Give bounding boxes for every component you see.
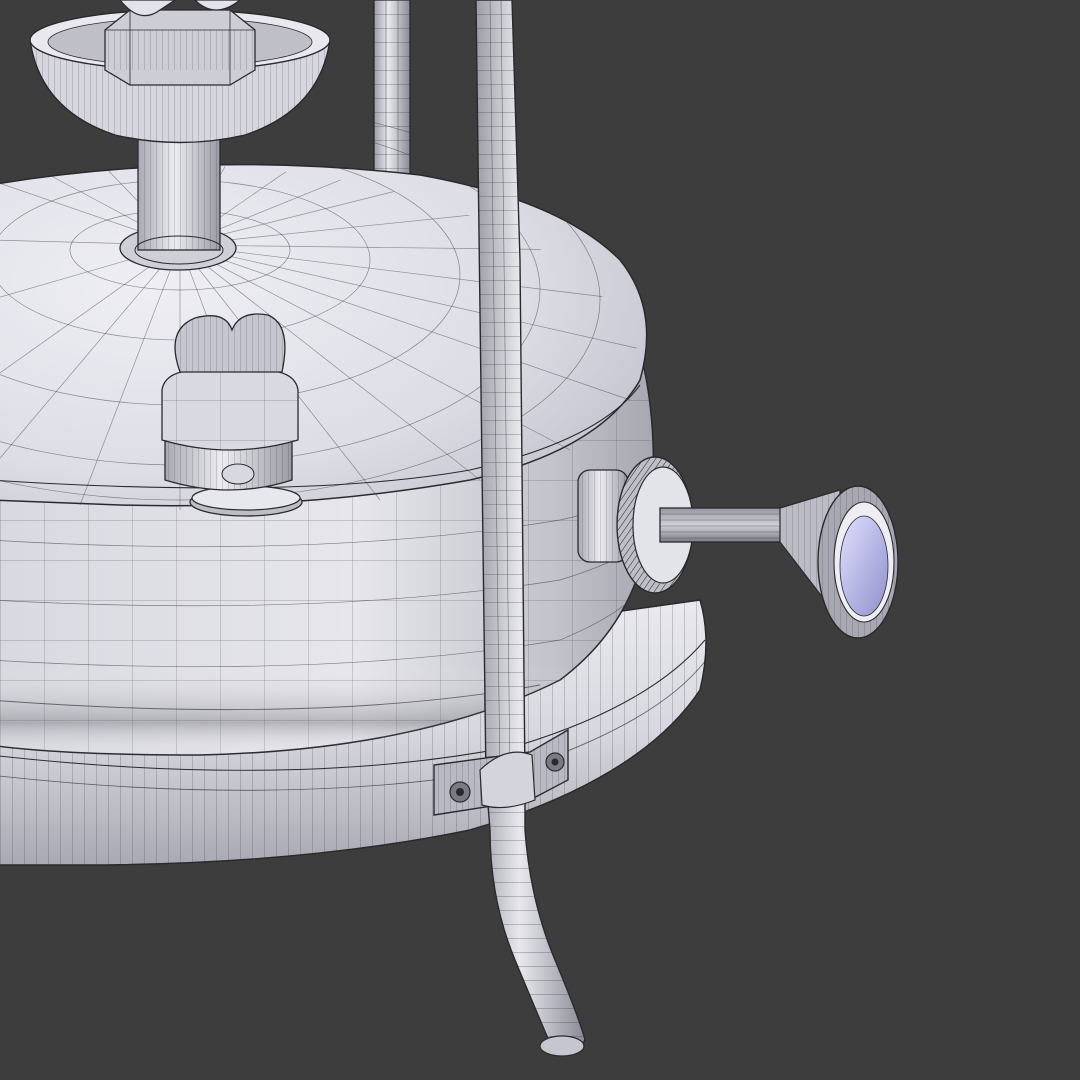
wireframe-render — [0, 0, 1080, 1080]
viewport — [0, 0, 1080, 1080]
back-support-rod — [373, 0, 411, 201]
burner-stem — [119, 137, 237, 271]
